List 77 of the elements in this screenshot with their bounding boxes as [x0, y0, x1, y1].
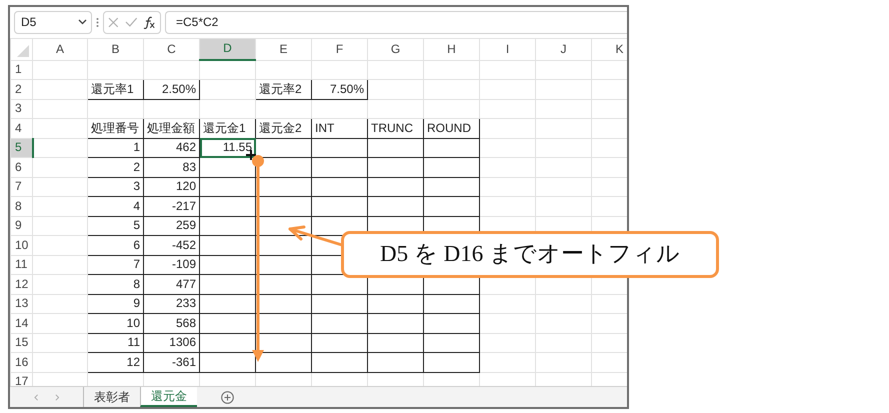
row-header[interactable]: 3: [10, 99, 32, 119]
scroll-right-icon[interactable]: [54, 394, 59, 400]
dots-icon: [96, 16, 99, 28]
table-cell[interactable]: INT: [312, 118, 368, 138]
table-cell[interactable]: 還元率2: [256, 80, 312, 100]
row-header[interactable]: 14: [10, 314, 32, 334]
table-cell[interactable]: 2: [88, 158, 144, 178]
pointer-arrow: [288, 226, 344, 246]
row-header[interactable]: 8: [10, 196, 32, 216]
table-cell[interactable]: -109: [144, 255, 200, 275]
table-cell[interactable]: 83: [144, 158, 200, 178]
row-header[interactable]: 16: [10, 352, 32, 372]
table-cell[interactable]: 233: [144, 294, 200, 314]
table-cell[interactable]: 5: [88, 216, 144, 236]
row-header[interactable]: 4: [10, 118, 32, 138]
table-cell[interactable]: 1306: [144, 333, 200, 353]
row-header[interactable]: 12: [10, 274, 32, 294]
row-header[interactable]: 13: [10, 294, 32, 314]
table-cell[interactable]: 還元金2: [256, 118, 312, 138]
name-box[interactable]: D5: [14, 10, 92, 34]
formula-field[interactable]: =C5*C2: [165, 10, 627, 34]
table-cell[interactable]: 1: [88, 138, 144, 158]
table-cell[interactable]: 9: [88, 294, 144, 314]
row-header[interactable]: 10: [10, 236, 32, 256]
row-header[interactable]: 9: [10, 216, 32, 236]
row-header[interactable]: 2: [10, 80, 32, 100]
table-cell[interactable]: 120: [144, 177, 200, 197]
table-cell[interactable]: 568: [144, 314, 200, 334]
select-all-icon[interactable]: [17, 45, 29, 58]
scroll-left-icon[interactable]: [34, 394, 38, 400]
table-cell[interactable]: 6: [88, 236, 144, 256]
table-cell[interactable]: 3: [88, 177, 144, 197]
row-header[interactable]: 17: [10, 372, 32, 386]
add-sheet-icon[interactable]: [221, 390, 234, 404]
table-cell[interactable]: 2.50%: [144, 80, 200, 100]
table-cell[interactable]: 処理番号: [88, 118, 144, 138]
column-header[interactable]: F: [312, 38, 368, 60]
column-header[interactable]: B: [88, 38, 144, 60]
cancel-icon[interactable]: [108, 16, 119, 28]
row-header[interactable]: 11: [10, 255, 32, 275]
table-cell[interactable]: TRUNC: [368, 118, 424, 138]
row-header[interactable]: 5: [10, 138, 32, 158]
callout-box: D5 を D16 までオートフィル: [341, 231, 719, 278]
row-header[interactable]: 7: [10, 177, 32, 197]
function-icon[interactable]: [143, 16, 156, 29]
table-cell[interactable]: 11: [88, 333, 144, 353]
check-icon[interactable]: [124, 17, 138, 28]
column-header[interactable]: K: [592, 38, 627, 60]
column-header[interactable]: A: [32, 38, 88, 60]
column-header[interactable]: C: [144, 38, 200, 60]
table-cell[interactable]: 11.55: [200, 138, 256, 158]
column-header[interactable]: D: [200, 38, 256, 60]
sheet-tab[interactable]: 還元金: [140, 387, 197, 407]
table-cell[interactable]: 259: [144, 216, 200, 236]
table-cell[interactable]: 477: [144, 274, 200, 294]
column-header[interactable]: J: [536, 38, 592, 60]
table-cell[interactable]: 12: [88, 352, 144, 372]
table-cell[interactable]: -217: [144, 196, 200, 216]
chevron-down-icon: [78, 19, 87, 26]
column-header[interactable]: E: [256, 38, 312, 60]
table-cell[interactable]: 8: [88, 274, 144, 294]
table-cell[interactable]: 462: [144, 138, 200, 158]
table-cell[interactable]: 7.50%: [312, 80, 368, 100]
column-header[interactable]: H: [424, 38, 480, 60]
column-header[interactable]: I: [480, 38, 536, 60]
table-cell[interactable]: -361: [144, 352, 200, 372]
table-cell[interactable]: 10: [88, 314, 144, 334]
table-cell[interactable]: -452: [144, 236, 200, 256]
table-cell[interactable]: 還元率1: [88, 80, 144, 100]
row-header[interactable]: 15: [10, 333, 32, 353]
table-cell[interactable]: 4: [88, 196, 144, 216]
table-cell[interactable]: 7: [88, 255, 144, 275]
row-header[interactable]: 6: [10, 158, 32, 178]
row-header[interactable]: 1: [10, 60, 32, 80]
table-cell[interactable]: ROUND: [424, 118, 480, 138]
column-header[interactable]: G: [368, 38, 424, 60]
table-cell[interactable]: 処理金額: [144, 118, 200, 138]
